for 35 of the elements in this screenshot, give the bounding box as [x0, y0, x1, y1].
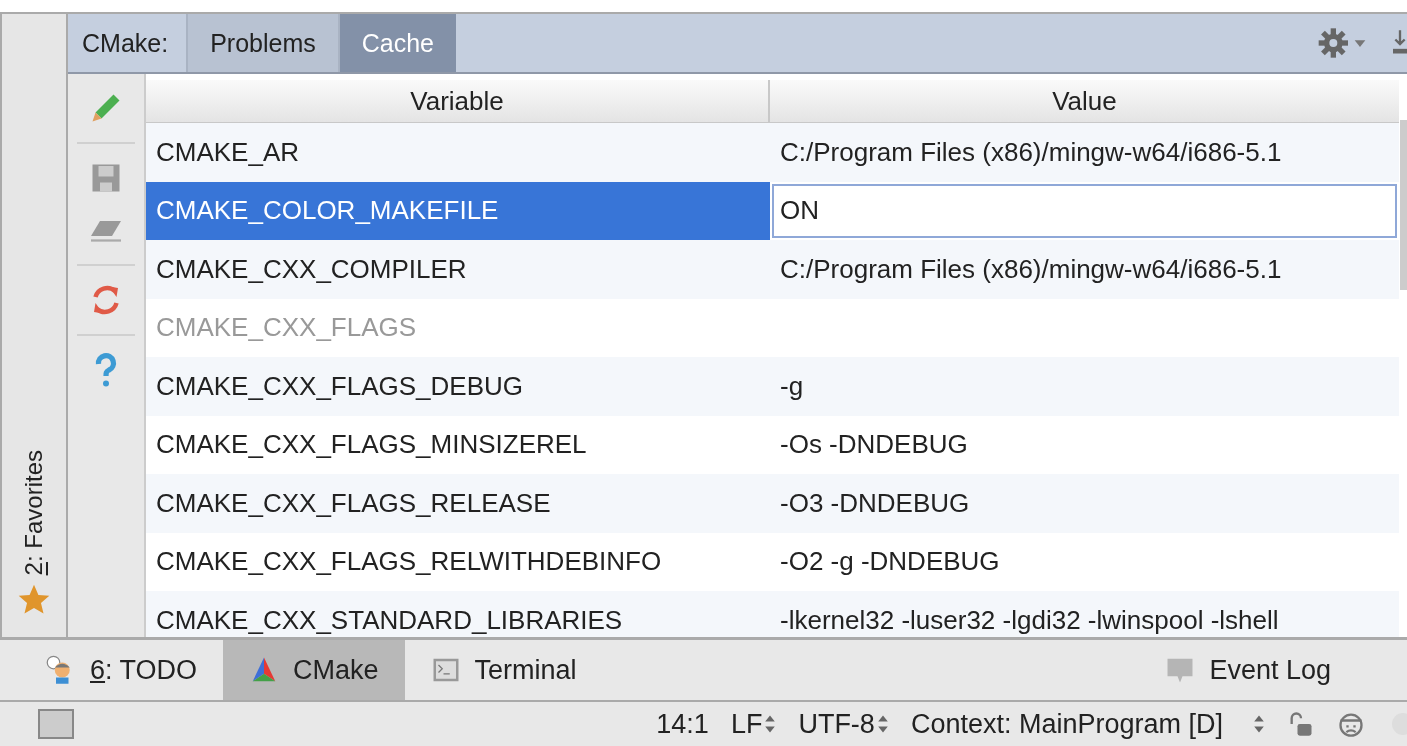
- table-cell-text: CMAKE_CXX_FLAGS_RELWITHDEBINFO: [155, 545, 663, 579]
- table-cell-text: C:/Program Files (x86)/mingw-w64/i686-5.1: [779, 252, 1283, 286]
- favorites-tab[interactable]: 2: Favorites: [2, 449, 66, 617]
- table-cell-text: -Os -DNDEBUG: [779, 428, 969, 462]
- context-selector[interactable]: Context: MainProgram [D]: [910, 708, 1223, 740]
- encoding[interactable]: UTF-8: [798, 708, 889, 740]
- table-cell-text: CMAKE_CXX_FLAGS_MINSIZEREL: [155, 428, 588, 462]
- table-cell-text: CMAKE_AR: [155, 135, 301, 169]
- tool-window-tab[interactable]: CMake: [223, 640, 405, 700]
- table-cell-text: CMAKE_CXX_FLAGS: [155, 311, 418, 345]
- star-icon: [17, 583, 51, 617]
- updown-icon: [764, 714, 777, 734]
- table-cell-text: -O3 -DNDEBUG: [779, 486, 971, 520]
- table-cell-text: -g: [779, 369, 805, 403]
- updown-icon: [876, 714, 889, 734]
- tab[interactable]: Problems: [186, 14, 338, 72]
- table-cell-text: CMAKE_CXX_FLAGS_DEBUG: [155, 369, 524, 403]
- event-log-tab[interactable]: Event Log: [1139, 640, 1357, 700]
- tool-windows-icon[interactable]: [38, 709, 74, 739]
- column-header[interactable]: Value: [770, 80, 1399, 122]
- input-field[interactable]: ON: [772, 183, 1397, 238]
- table-cell-text: CMAKE_CXX_COMPILER: [155, 252, 468, 286]
- table-cell-text: -lkernel32 -luser32 -lgdi32 -lwinspool -lshell: [779, 603, 1280, 637]
- updown-icon[interactable]: [1253, 714, 1265, 734]
- tool-window-title: CMake:: [82, 28, 169, 58]
- line-separator[interactable]: LF: [730, 708, 777, 740]
- table-cell-text: CMAKE_CXX_FLAGS_RELEASE: [155, 486, 552, 520]
- tool-window-tab[interactable]: Terminal: [404, 640, 603, 700]
- table-cell-text: -O2 -g -DNDEBUG: [779, 545, 1001, 579]
- table-cell: CMAKE_COLOR_MAKEFILE: [146, 181, 770, 240]
- caret-position[interactable]: 14:1: [656, 708, 709, 740]
- tool-window-tab[interactable]: 6: TODO: [20, 640, 224, 700]
- scrollbar[interactable]: [1400, 120, 1407, 290]
- table-cell-text: CMAKE_CXX_STANDARD_LIBRARIES: [155, 603, 624, 637]
- table-cell-text: C:/Program Files (x86)/mingw-w64/i686-5.1: [779, 135, 1283, 169]
